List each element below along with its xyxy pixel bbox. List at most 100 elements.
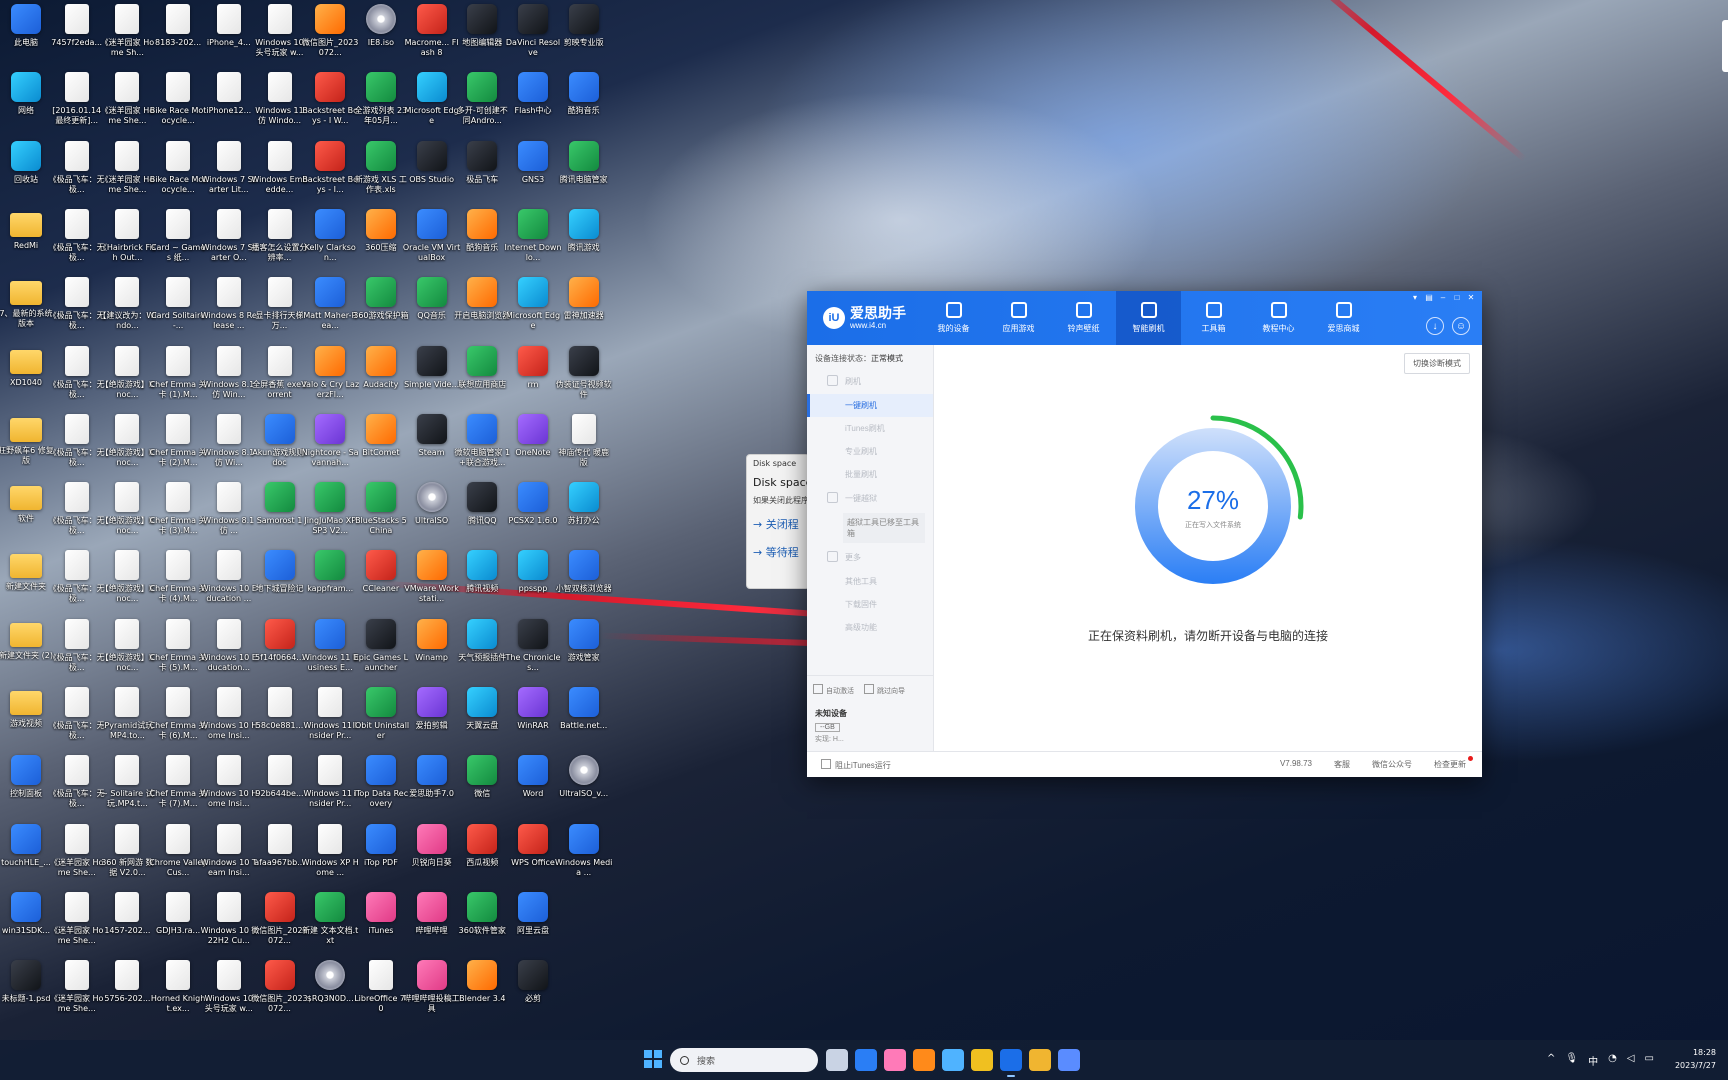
- task-view-icon[interactable]: [826, 1049, 848, 1071]
- desktop-icon[interactable]: 【绝版游戏】Knoc...: [101, 342, 154, 410]
- desktop-icon[interactable]: Chef Emma 关卡 (1).M...: [150, 342, 207, 410]
- desktop-icon[interactable]: iTunes: [355, 888, 407, 956]
- desktop-icon[interactable]: Macrome... Flash 8: [405, 0, 459, 68]
- desktop-icon[interactable]: 全屏香蕉 exe.torrent: [252, 342, 307, 410]
- desktop-icon[interactable]: Windows 10 头号玩家 w...: [254, 0, 306, 68]
- desktop-icon[interactable]: Simple Vide...: [404, 342, 459, 410]
- desktop-icon[interactable]: 360游戏保护箱: [353, 273, 409, 341]
- folder-icon[interactable]: [1029, 1049, 1051, 1071]
- desktop-icon[interactable]: 《极品飞车：无极...: [49, 546, 105, 614]
- desktop-icon[interactable]: Audacity: [355, 342, 407, 410]
- desktop-icon[interactable]: 微信图片_2023072...: [251, 888, 308, 956]
- desktop-icon[interactable]: 《极品飞车：无极...: [49, 273, 105, 341]
- desktop-icon[interactable]: 苏打办公: [558, 478, 610, 546]
- desktop-icon[interactable]: 《极品飞车：无极...: [49, 478, 105, 546]
- desktop-icon[interactable]: 《极品飞车：无极...: [49, 683, 105, 751]
- desktop-icon[interactable]: Blender 3.4: [456, 956, 508, 1024]
- desktop-icon[interactable]: Horned Knight.ex...: [151, 956, 205, 1024]
- desktop-icon[interactable]: 7457f2eda...: [51, 0, 103, 68]
- desktop-icon[interactable]: LibreOffice 7.0: [354, 956, 408, 1024]
- desktop-icon[interactable]: Flash中心: [507, 68, 559, 136]
- desktop-icon[interactable]: Matt Maher-Rea...: [303, 273, 357, 341]
- desktop-icon[interactable]: Windows Embedde...: [251, 137, 308, 205]
- firefox-icon[interactable]: [913, 1049, 935, 1071]
- nav-tab-4[interactable]: 工具箱: [1181, 291, 1246, 345]
- desktop-icon[interactable]: 此电脑: [0, 0, 52, 68]
- desktop-icon[interactable]: 《Hairbrick Fish Out...: [99, 205, 156, 273]
- sidebar-item-0[interactable]: 一键刷机: [807, 394, 933, 417]
- desktop-icon[interactable]: Bike Race Motocycle...: [150, 68, 206, 136]
- desktop-icon[interactable]: -Pyramid试玩MP4.to...: [101, 683, 153, 751]
- desktop-icon[interactable]: IE8.iso: [355, 0, 407, 68]
- desktop-icon[interactable]: 回收站: [0, 137, 52, 205]
- desktop-icon[interactable]: win31SDK...: [0, 888, 52, 956]
- desktop-icon[interactable]: 地下城冒险记: [254, 546, 306, 614]
- desktop-icon[interactable]: 雷神加速器: [558, 273, 610, 341]
- desktop-icon[interactable]: Windows 8.1 仿 Win...: [203, 342, 255, 410]
- nav-tab-6[interactable]: 爱思商城: [1311, 291, 1376, 345]
- desktop-icon[interactable]: 微信图片_2023072...: [251, 956, 308, 1024]
- desktop-icon[interactable]: 必剪: [507, 956, 559, 1024]
- desktop-icon[interactable]: UltraISO_v...: [558, 751, 610, 819]
- taskbar-clock[interactable]: 18:28 2023/7/27: [1675, 1046, 1716, 1072]
- desktop-icon[interactable]: 小智双核浏览器: [556, 546, 612, 614]
- desktop-icon[interactable]: 360压缩: [355, 205, 407, 273]
- sidebar-group-flash[interactable]: 刷机: [807, 369, 933, 394]
- wait-program-link[interactable]: → 等待程: [747, 532, 809, 560]
- desktop-icon[interactable]: 《迷羊园家 Home She...: [50, 820, 103, 888]
- desktop-icon[interactable]: 腾讯电脑管家: [558, 137, 610, 205]
- sidebar-more-item-1[interactable]: 下载固件: [807, 593, 933, 616]
- desktop-icon[interactable]: OBS Studio: [406, 137, 458, 205]
- desktop-icon[interactable]: 播客怎么设置分辨率...: [252, 205, 308, 273]
- desktop-icon[interactable]: ~ Solitaire 试玩.MP4.t...: [101, 751, 154, 819]
- sidebar-group-more[interactable]: 更多: [807, 545, 933, 570]
- desktop-icon[interactable]: WinRAR: [507, 683, 559, 751]
- sidebar-item-1[interactable]: iTunes刷机: [807, 417, 933, 440]
- desktop-icon[interactable]: Backstreet Boys - I...: [302, 137, 358, 205]
- desktop-icon[interactable]: 哔哩哔哩投稿工具: [404, 956, 460, 1024]
- desktop-icon[interactable]: Chef Emma 关卡 (6).M...: [150, 683, 207, 751]
- desktop-icon[interactable]: 1457-202...: [101, 888, 153, 956]
- desktop-icon[interactable]: Windows 7 Starter O...: [202, 205, 256, 273]
- desktop-icon[interactable]: Windows 11 Insider Pr...: [304, 751, 357, 819]
- desktop-icon[interactable]: 《极品飞车：无极...: [49, 205, 105, 273]
- desktop-icon[interactable]: 新游戏 XLS 工作表.xls: [355, 137, 407, 205]
- desktop-icon[interactable]: 阿里云盘: [507, 888, 559, 956]
- desktop-icon[interactable]: Windows 8.1 仿 ...: [203, 478, 255, 546]
- desktop-icon[interactable]: 【建议改为：Windo...: [98, 273, 156, 341]
- desktop-icon[interactable]: Backstreet Boys - I W...: [302, 68, 358, 136]
- desktop-icon[interactable]: 腾讯视频: [456, 546, 508, 614]
- desktop-icon[interactable]: 爱思助手7.0: [406, 751, 458, 819]
- desktop-icon[interactable]: 5f14f0664...: [254, 615, 306, 683]
- desktop-icon[interactable]: 游戏管家: [558, 615, 610, 683]
- desktop-icon[interactable]: 爱拍剪辑: [406, 683, 458, 751]
- desktop-icon[interactable]: [2016.01.14 最终更新]...: [51, 68, 103, 136]
- nav-tab-0[interactable]: 我的设备: [921, 291, 986, 345]
- desktop-icon[interactable]: Chef Emma 关卡 (2).M...: [150, 410, 207, 478]
- sidebar-more-item-0[interactable]: 其他工具: [807, 570, 933, 593]
- skip-wizard-checkbox[interactable]: 跳过向导: [864, 684, 905, 696]
- desktop-icon[interactable]: 58c0e881...: [254, 683, 306, 751]
- desktop-icon[interactable]: 狂野飙车6 修复版: [0, 410, 54, 478]
- download-icon[interactable]: ↓: [1426, 317, 1444, 335]
- desktop-icon[interactable]: UltraISO: [406, 478, 458, 546]
- desktop-icon[interactable]: Epic Games Launcher: [354, 615, 408, 683]
- sidebar-item-2[interactable]: 专业刷机: [807, 440, 933, 463]
- desktop-icon[interactable]: GNS3: [507, 137, 559, 205]
- desktop-icon[interactable]: Microsoft Edge: [506, 273, 560, 341]
- nav-tab-1[interactable]: 应用游戏: [986, 291, 1051, 345]
- desktop-icon[interactable]: 【绝版游戏】Knoc...: [101, 546, 154, 614]
- desktop-icon[interactable]: QQ音乐: [406, 273, 458, 341]
- desktop-icon[interactable]: Akun游戏规则.doc: [252, 410, 307, 478]
- user-icon[interactable]: ☺: [1452, 317, 1470, 335]
- minimize-icon[interactable]: –: [1438, 293, 1448, 302]
- desktop-icon[interactable]: Chef Emma 关卡 (3).M...: [150, 478, 207, 546]
- close-program-link[interactable]: → 关闭程: [747, 508, 809, 532]
- desktop-icon[interactable]: 联想应用商店: [456, 342, 508, 410]
- desktop-icon[interactable]: Windows 10 Education...: [201, 615, 257, 683]
- desktop-icon[interactable]: 地图编辑器: [456, 0, 508, 68]
- desktop-icon[interactable]: 酷狗音乐: [558, 68, 610, 136]
- desktop-icon[interactable]: VMware Workstati...: [404, 546, 459, 614]
- wifi-icon[interactable]: ◔: [1608, 1053, 1617, 1068]
- desktop-icon[interactable]: Windows 11 Insider Pr...: [304, 683, 357, 751]
